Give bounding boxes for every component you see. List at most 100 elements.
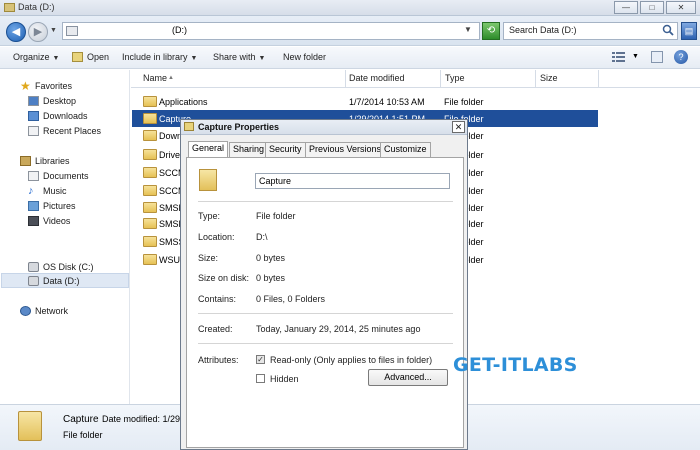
tab-general[interactable]: General [188, 141, 229, 157]
pictures-icon [28, 201, 39, 211]
include-in-library-button[interactable]: Include in library ▼ [122, 52, 197, 62]
close-icon[interactable]: ✕ [452, 121, 465, 133]
refresh-icon[interactable]: ⟲ [482, 22, 500, 40]
star-icon: ★ [20, 79, 31, 93]
column-date-modified[interactable]: Date modified [349, 73, 405, 83]
videos-icon [28, 216, 39, 226]
tab-security[interactable]: Security [265, 142, 306, 157]
contains-label: Contains: [198, 294, 237, 304]
created-value: Today, January 29, 2014, 25 minutes ago [256, 324, 421, 334]
folder-icon [4, 3, 15, 12]
hard-drive-icon [28, 276, 39, 286]
forward-arrow-icon[interactable]: ▶ [28, 22, 48, 42]
folder-icon [143, 96, 157, 107]
desktop-icon [28, 96, 39, 106]
folder-icon [143, 167, 157, 178]
organize-button[interactable]: Organize ▼ [13, 52, 59, 62]
lock-folder-icon [143, 202, 157, 213]
created-label: Created: [198, 324, 233, 334]
tab-customize[interactable]: Customize [380, 142, 431, 157]
location-label: Location: [198, 232, 235, 242]
size-value: 0 bytes [256, 253, 286, 263]
view-options-icon[interactable] [612, 51, 625, 63]
divider [198, 201, 453, 202]
search-placeholder: Search Data (D:) [509, 25, 577, 35]
address-bar[interactable] [62, 22, 480, 40]
size-on-disk-value: 0 bytes [256, 273, 286, 283]
nav-item-label: Videos [43, 216, 71, 226]
include-in-library-label: Include in library [122, 52, 188, 62]
nav-favorites-label: Favorites [35, 81, 73, 91]
address-dropdown-icon[interactable]: ▼ [464, 25, 472, 34]
recent-places-icon [28, 126, 39, 136]
nav-item-label: Pictures [43, 201, 76, 211]
nav-item-label: Recent Places [43, 126, 102, 136]
type-label: Type: [198, 211, 221, 221]
window-controls: — □ ✕ [614, 1, 696, 14]
column-name[interactable]: Name [143, 73, 167, 83]
column-size[interactable]: Size [540, 73, 558, 83]
documents-icon [28, 171, 39, 181]
hidden-checkbox[interactable] [256, 374, 265, 383]
drive-icon [66, 26, 78, 36]
chevron-down-icon: ▼ [52, 55, 60, 62]
file-type: File folder [444, 97, 484, 107]
recent-pages-dropdown-icon[interactable]: ▼ [50, 27, 58, 35]
address-path[interactable]: (D:) [172, 25, 187, 35]
file-name: Applications [159, 97, 208, 107]
window-title: Data (D:) [18, 2, 55, 12]
folder-icon [143, 254, 157, 265]
location-value: D:\ [256, 232, 268, 242]
share-with-button[interactable]: Share with ▼ [213, 52, 265, 62]
folder-icon [143, 218, 157, 229]
column-header-row [131, 70, 700, 88]
close-icon[interactable]: ✕ [666, 1, 696, 14]
column-divider[interactable] [440, 70, 441, 88]
column-type[interactable]: Type [445, 73, 465, 83]
dialog-title: Capture Properties [198, 122, 280, 132]
help-icon[interactable]: ▤ [681, 22, 697, 40]
nav-item-label: Data (D:) [43, 276, 80, 286]
folder-name-field[interactable]: Capture [255, 173, 450, 189]
folder-icon [18, 411, 42, 441]
tab-previous-versions[interactable]: Previous Versions [305, 142, 386, 157]
view-dropdown-icon[interactable]: ▼ [632, 53, 639, 60]
preview-pane-icon[interactable] [651, 51, 663, 63]
folder-icon [184, 122, 194, 131]
back-arrow-icon[interactable]: ◀ [6, 22, 26, 42]
downloads-icon [28, 111, 39, 121]
nav-item-label: Documents [43, 171, 89, 181]
window-titlebar [0, 0, 700, 16]
tab-sharing[interactable]: Sharing [229, 142, 269, 157]
advanced-button[interactable]: Advanced... [368, 369, 448, 386]
organize-label: Organize [13, 52, 50, 62]
folder-icon [143, 236, 157, 247]
folder-icon [143, 149, 157, 160]
size-on-disk-label: Size on disk: [198, 273, 250, 283]
new-folder-button[interactable]: New folder [283, 52, 326, 62]
type-value: File folder [256, 211, 296, 221]
help-question-icon[interactable]: ? [674, 50, 688, 64]
table-row[interactable]: Applications 1/7/2014 10:53 AM File fold… [132, 93, 598, 110]
open-folder-icon [72, 52, 83, 62]
nav-item-label: Music [43, 186, 67, 196]
file-date: 1/7/2014 10:53 AM [349, 97, 425, 107]
minimize-icon[interactable]: — [614, 1, 638, 14]
libraries-icon [20, 156, 31, 166]
maximize-icon[interactable]: □ [640, 1, 664, 14]
music-icon: ♪ [28, 185, 34, 197]
watermark-text: GET-ITLABS [453, 354, 578, 376]
nav-item-label: Desktop [43, 96, 77, 106]
divider [198, 313, 453, 314]
nav-libraries-label: Libraries [35, 156, 70, 166]
share-with-label: Share with [213, 52, 256, 62]
column-divider[interactable] [535, 70, 536, 88]
column-divider[interactable] [345, 70, 346, 88]
readonly-checkbox[interactable]: ✓ [256, 355, 265, 364]
column-divider[interactable] [598, 70, 599, 88]
details-date: Date modified: 1/29 [102, 414, 181, 424]
open-button[interactable]: Open [87, 52, 109, 62]
nav-item-label: OS Disk (C:) [43, 262, 94, 272]
search-icon[interactable] [662, 24, 674, 36]
folder-icon [143, 113, 157, 124]
